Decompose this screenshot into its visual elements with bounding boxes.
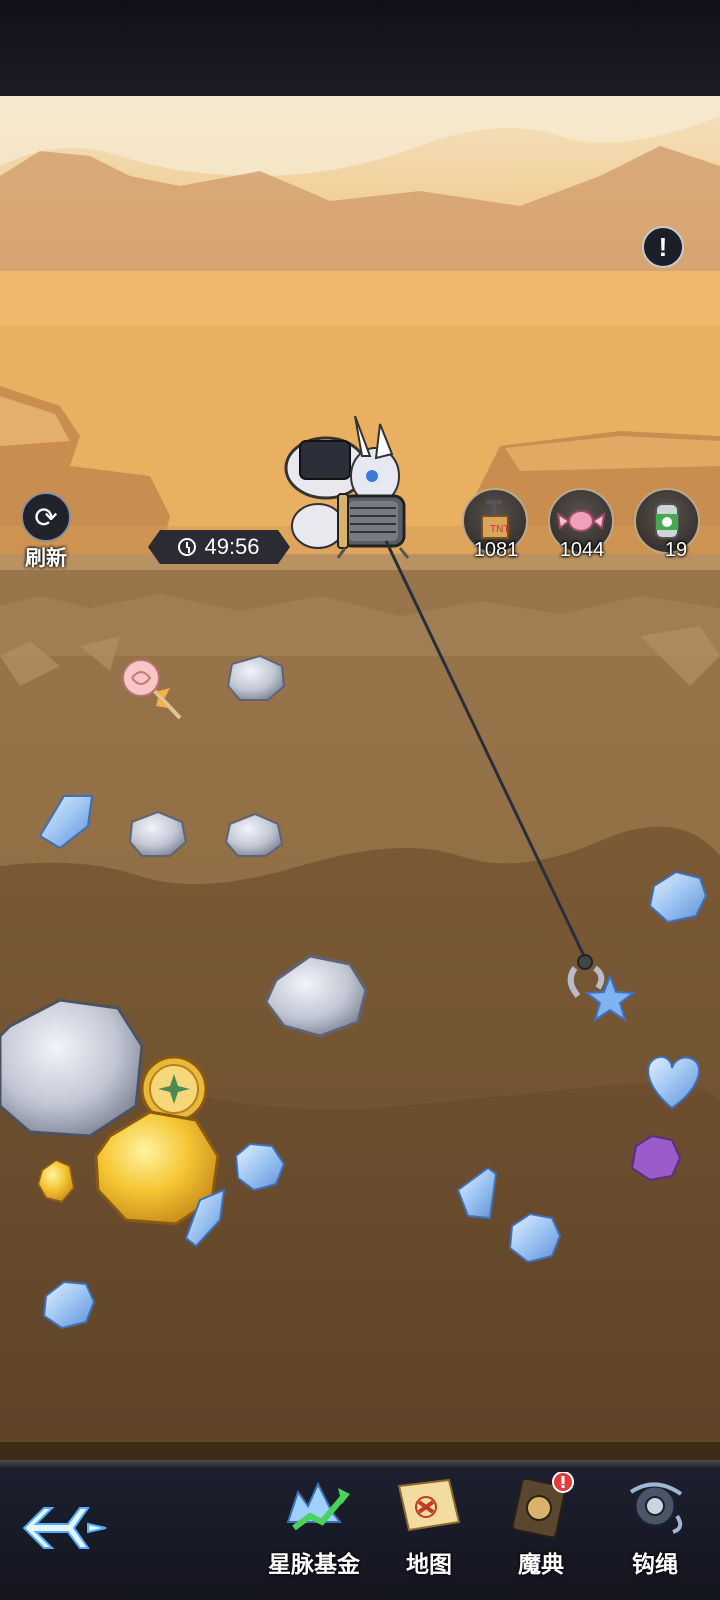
refresh-button[interactable]: ⟳ 刷新 xyxy=(18,492,74,570)
timer-value: 49:56 xyxy=(204,534,260,559)
back-button[interactable] xyxy=(18,1500,110,1556)
nav-grimoire[interactable]: 魔典 xyxy=(496,1471,586,1579)
nav-hook-rope[interactable]: 钩绳 xyxy=(610,1472,700,1579)
clock-icon xyxy=(178,538,196,556)
game-area[interactable]: ! ⟳ 刷新 49:56 TNT 1081 1044 19 xyxy=(0,96,720,1460)
candy-count: 1044 xyxy=(559,539,605,561)
svg-text:TNT: TNT xyxy=(490,524,509,535)
refresh-icon: ⟳ xyxy=(21,492,71,542)
large-rock xyxy=(0,998,144,1138)
hook-rope-label: 钩绳 xyxy=(632,1551,678,1577)
star-fund-icon xyxy=(286,1481,350,1531)
refresh-label: 刷新 xyxy=(25,547,67,570)
map-label: 地图 xyxy=(406,1551,452,1577)
grimoire-label: 魔典 xyxy=(518,1551,564,1577)
grimoire-icon xyxy=(511,1471,574,1539)
dynamite-count: 1081 xyxy=(473,539,519,561)
nav-divider xyxy=(0,1460,720,1468)
small-rock xyxy=(226,654,286,701)
item-candy[interactable]: 1044 xyxy=(548,488,616,561)
top-bar xyxy=(0,0,720,96)
back-arrow-icon xyxy=(22,1507,107,1549)
nav-star-fund[interactable]: 星脉基金 xyxy=(262,1472,366,1579)
star-fund-label: 星脉基金 xyxy=(268,1551,360,1577)
exclamation-icon: ! xyxy=(658,231,668,262)
gem-blue xyxy=(508,1212,562,1264)
potion-can-count: 19 xyxy=(664,539,688,561)
countdown-timer: 49:56 xyxy=(148,530,290,564)
map-icon xyxy=(397,1478,461,1532)
item-dynamite[interactable]: TNT 1081 xyxy=(462,488,530,561)
hook-rope-icon xyxy=(629,1482,683,1534)
nav-map[interactable]: 地图 xyxy=(384,1472,474,1579)
alert-button[interactable]: ! xyxy=(642,226,684,268)
game-scene xyxy=(0,96,720,1460)
item-potion-can[interactable]: 19 xyxy=(634,488,702,561)
